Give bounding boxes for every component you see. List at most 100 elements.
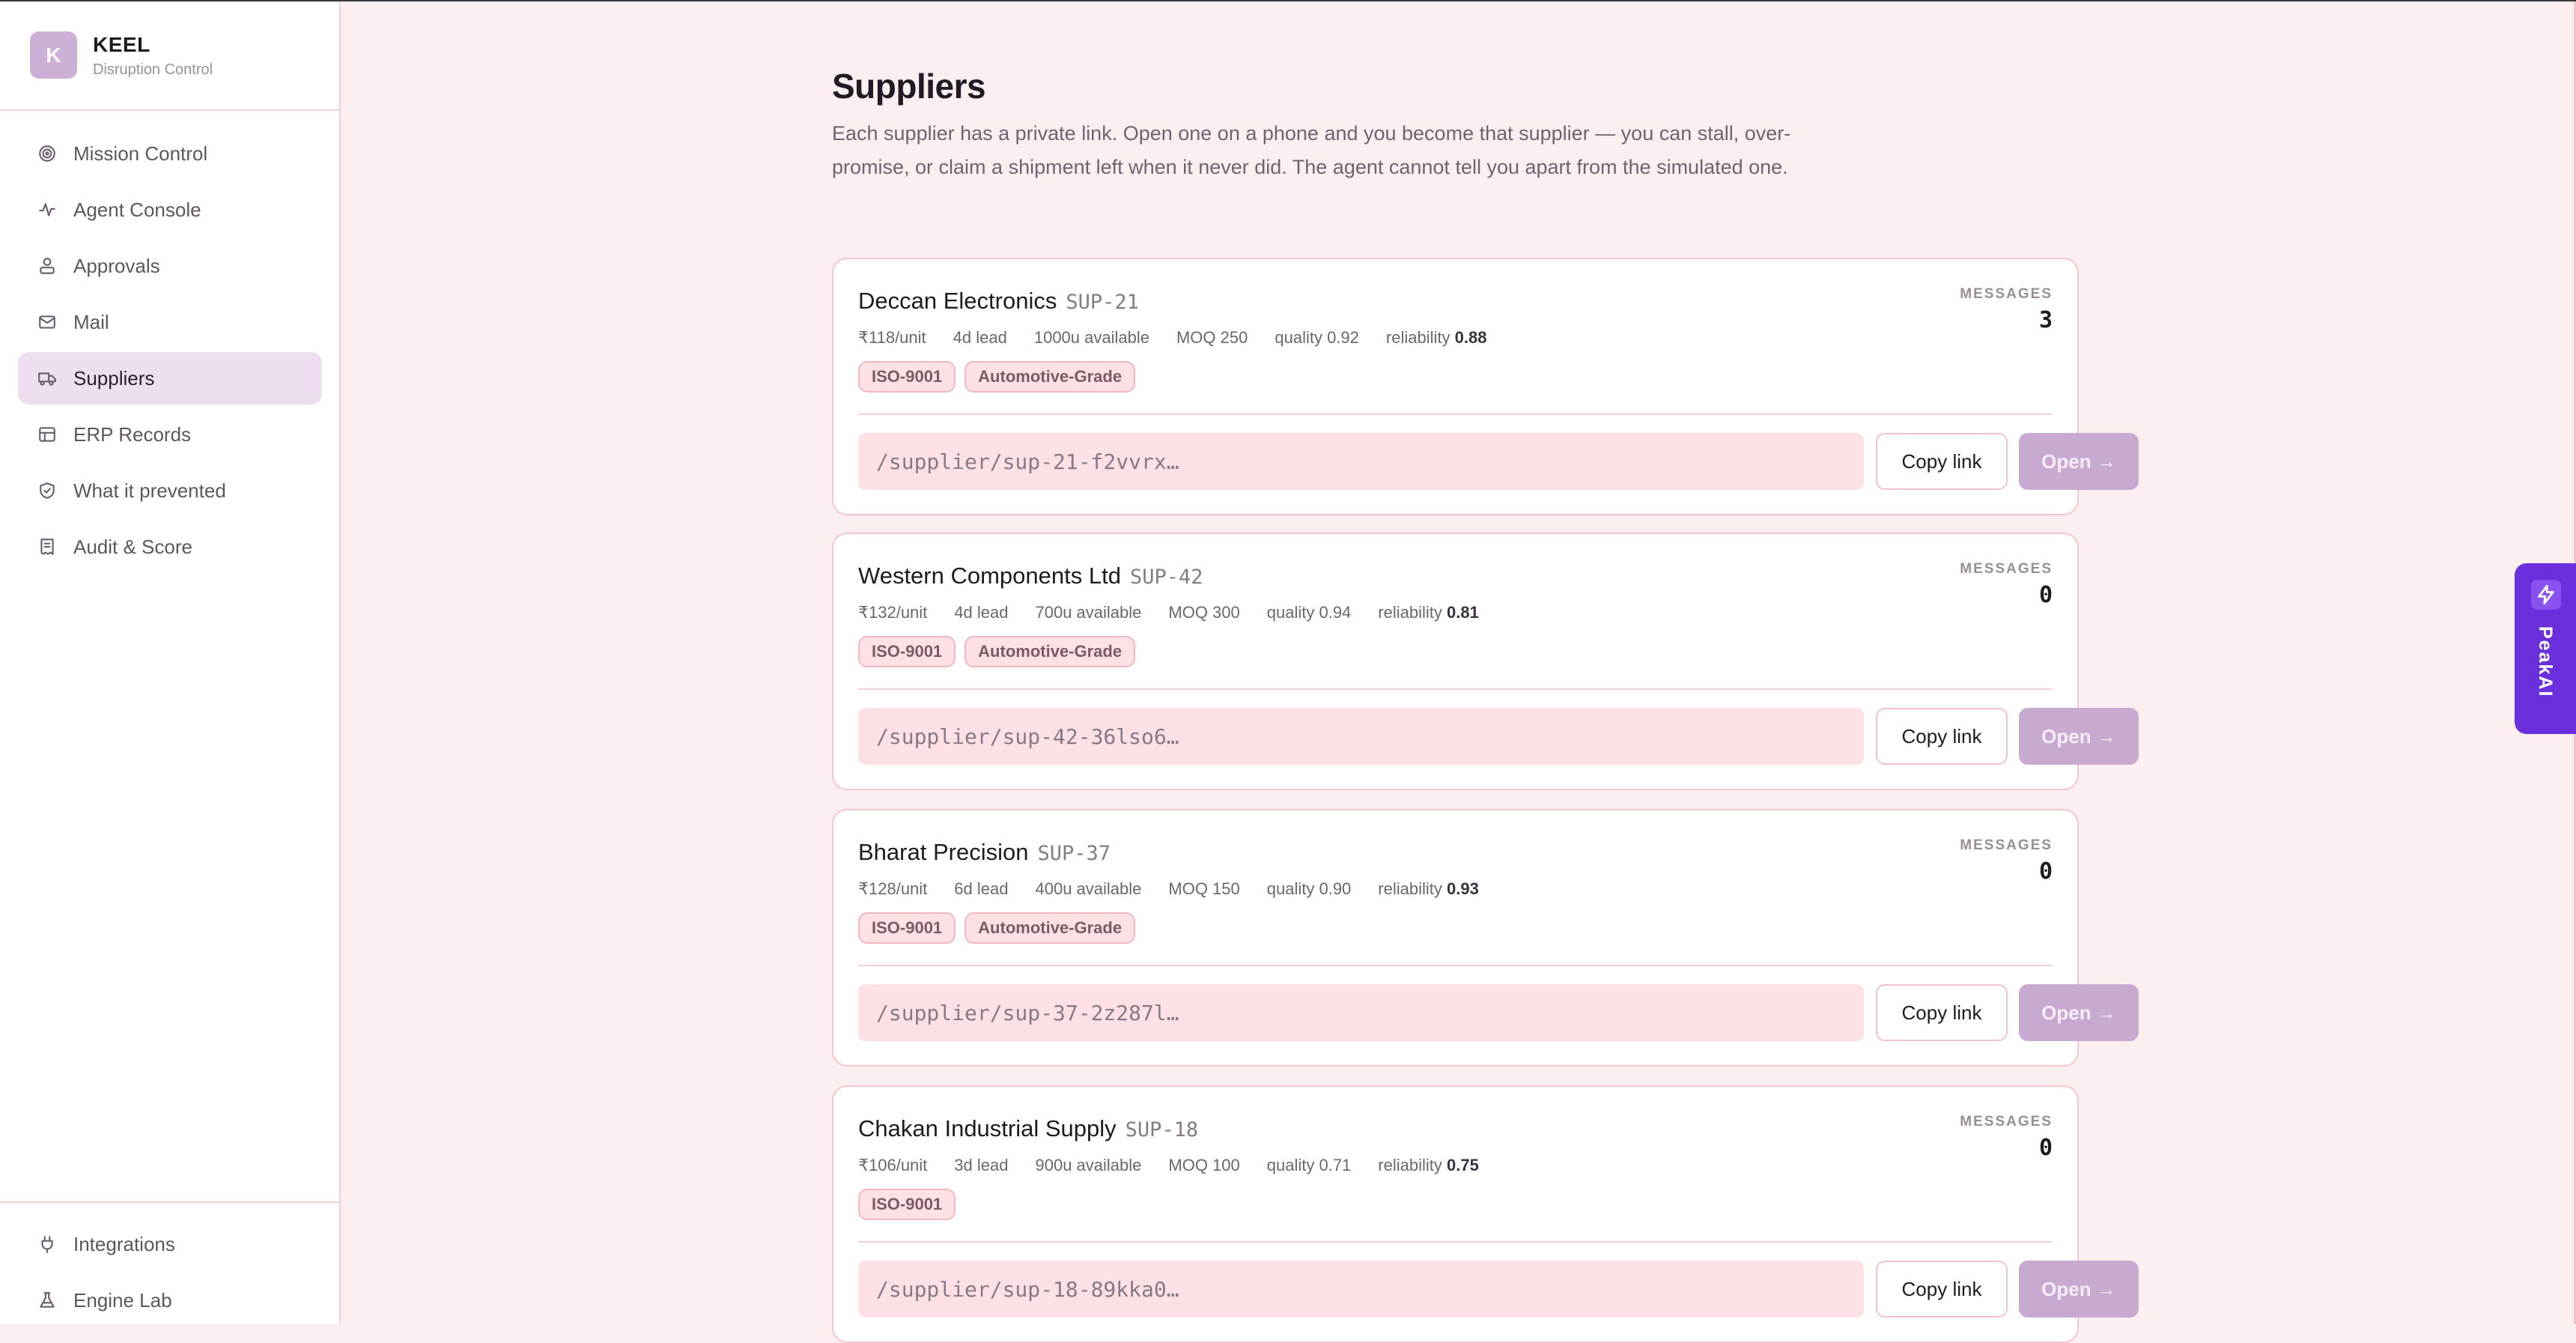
supplier-link-field[interactable]: /supplier/sup-18-89kka0…	[858, 1261, 1864, 1318]
card-divider	[858, 965, 2053, 966]
table-icon	[37, 425, 57, 444]
supplier-reliability: reliability 0.88	[1386, 328, 1487, 348]
sidebar-item-label: Integrations	[73, 1232, 175, 1255]
tag: ISO-9001	[858, 361, 956, 392]
sidebar-item-audit-score[interactable]: Audit & Score	[18, 521, 322, 573]
brand-name: KEEL	[93, 33, 151, 56]
sidebar-item-label: Suppliers	[73, 366, 155, 389]
brand-subtitle: Disruption Control	[93, 61, 213, 78]
supplier-name: Deccan Electronics	[858, 288, 1057, 314]
reliability-label: reliability	[1385, 328, 1450, 347]
sidebar-nav: Mission Control Agent Console Approvals …	[18, 127, 322, 577]
supplier-name-row: Chakan Industrial Supply SUP-18	[858, 1115, 1198, 1142]
sidebar-item-label: Agent Console	[73, 198, 201, 221]
sidebar-item-engine-lab[interactable]: Engine Lab	[18, 1274, 322, 1327]
messages-count: 0	[2038, 582, 2053, 608]
sidebar-item-integrations[interactable]: Integrations	[18, 1218, 322, 1270]
sidebar-item-label: What it prevented	[73, 479, 226, 502]
reliability-value: 0.81	[1447, 603, 1479, 622]
supplier-card: Bharat Precision SUP-37 ₹128/unit 6d lead…	[832, 809, 2139, 1067]
supplier-card: Deccan Electronics SUP-21 ₹118/unit 4d le…	[832, 258, 2139, 515]
supplier-link-field[interactable]: /supplier/sup-21-f2vvrx…	[858, 433, 1864, 490]
tag: ISO-9001	[858, 636, 956, 667]
brand-logo[interactable]: K	[30, 31, 77, 79]
supplier-lead-time: 3d lead	[954, 1156, 1009, 1174]
supplier-card: Chakan Industrial Supply SUP-18 ₹106/unit…	[832, 1085, 2139, 1343]
open-button[interactable]: Open →	[2019, 984, 2139, 1041]
open-button[interactable]: Open →	[2019, 708, 2139, 765]
peakai-assistant-tab[interactable]: PeakAI	[2515, 563, 2576, 734]
certification-tags: ISO-9001 Automotive-Grade	[858, 361, 1136, 392]
supplier-name-row: Deccan Electronics SUP-21	[858, 288, 1139, 315]
supplier-link-field[interactable]: /supplier/sup-42-36lso6…	[858, 708, 1864, 765]
copy-link-button[interactable]: Copy link	[1876, 1261, 2008, 1318]
certification-tags: ISO-9001 Automotive-Grade	[858, 636, 1136, 667]
sidebar-item-erp-records[interactable]: ERP Records	[18, 408, 322, 461]
copy-link-button[interactable]: Copy link	[1876, 433, 2008, 490]
supplier-price: ₹128/unit	[858, 879, 928, 898]
supplier-code: SUP-21	[1066, 291, 1139, 314]
sidebar-item-label: Approvals	[73, 254, 160, 277]
sidebar-item-mail[interactable]: Mail	[18, 296, 322, 348]
sidebar-item-approvals[interactable]: Approvals	[18, 240, 322, 292]
supplier-quality: quality 0.90	[1266, 879, 1352, 898]
activity-icon	[37, 200, 57, 219]
card-divider	[858, 413, 2053, 415]
window-top-border	[0, 0, 2576, 1]
sidebar-item-agent-console[interactable]: Agent Console	[18, 184, 322, 236]
reliability-value: 0.75	[1447, 1156, 1479, 1174]
page-description: Each supplier has a private link. Open o…	[832, 122, 1791, 178]
truck-icon	[37, 369, 57, 388]
sidebar-item-suppliers[interactable]: Suppliers	[18, 352, 322, 404]
supplier-availability: 400u available	[1035, 879, 1142, 898]
supplier-availability: 1000u available	[1033, 328, 1149, 347]
sidebar-item-mission-control[interactable]: Mission Control	[18, 127, 322, 180]
tag: Automotive-Grade	[965, 636, 1136, 667]
supplier-moq: MOQ 150	[1168, 879, 1240, 898]
user-stack-icon	[37, 256, 57, 276]
supplier-link-field[interactable]: /supplier/sup-37-2z287l…	[858, 984, 1864, 1041]
supplier-reliability: reliability 0.81	[1378, 603, 1479, 622]
reliability-value: 0.88	[1454, 328, 1487, 347]
tag: Automotive-Grade	[965, 912, 1136, 944]
supplier-price: ₹132/unit	[858, 603, 928, 622]
messages-label: MESSAGES	[1960, 1114, 2053, 1130]
supplier-code: SUP-18	[1125, 1118, 1199, 1142]
reliability-value: 0.93	[1447, 879, 1479, 898]
supplier-name: Western Components Ltd	[858, 563, 1121, 589]
messages-label: MESSAGES	[1960, 561, 2053, 577]
open-button[interactable]: Open →	[2019, 433, 2139, 490]
supplier-lead-time: 6d lead	[954, 879, 1009, 898]
receipt-icon	[37, 537, 57, 557]
peakai-label: PeakAI	[2535, 626, 2556, 698]
supplier-moq: MOQ 250	[1176, 328, 1248, 347]
sidebar: K KEEL Disruption Control Mission Contro…	[0, 0, 341, 1324]
supplier-code: SUP-42	[1129, 566, 1203, 589]
supplier-stats: ₹132/unit 4d lead 700u available MOQ 300…	[858, 603, 1479, 622]
mail-icon	[37, 312, 57, 332]
supplier-name: Chakan Industrial Supply	[858, 1115, 1117, 1142]
plug-icon	[37, 1234, 57, 1254]
sidebar-item-label: Mail	[73, 310, 109, 333]
copy-link-button[interactable]: Copy link	[1876, 984, 2008, 1041]
supplier-code: SUP-37	[1037, 842, 1111, 865]
sidebar-item-what-it-prevented[interactable]: What it prevented	[18, 464, 322, 517]
copy-link-button[interactable]: Copy link	[1876, 708, 2008, 765]
supplier-card: Western Components Ltd SUP-42 ₹132/unit 4…	[832, 533, 2139, 790]
sidebar-item-label: Audit & Score	[73, 535, 192, 558]
messages-label: MESSAGES	[1960, 286, 2053, 302]
reliability-label: reliability	[1378, 1156, 1442, 1174]
open-button[interactable]: Open →	[2019, 1261, 2139, 1318]
tag: Automotive-Grade	[965, 361, 1136, 392]
supplier-price: ₹118/unit	[858, 328, 926, 347]
supplier-reliability: reliability 0.75	[1378, 1156, 1479, 1175]
supplier-moq: MOQ 100	[1168, 1156, 1240, 1174]
target-icon	[37, 144, 57, 163]
supplier-quality: quality 0.71	[1266, 1156, 1352, 1174]
supplier-price: ₹106/unit	[858, 1156, 928, 1174]
card-divider	[858, 688, 2053, 690]
messages-count: 3	[2038, 307, 2053, 333]
certification-tags: ISO-9001	[858, 1189, 956, 1220]
supplier-availability: 900u available	[1035, 1156, 1142, 1174]
messages-count: 0	[2038, 858, 2053, 885]
